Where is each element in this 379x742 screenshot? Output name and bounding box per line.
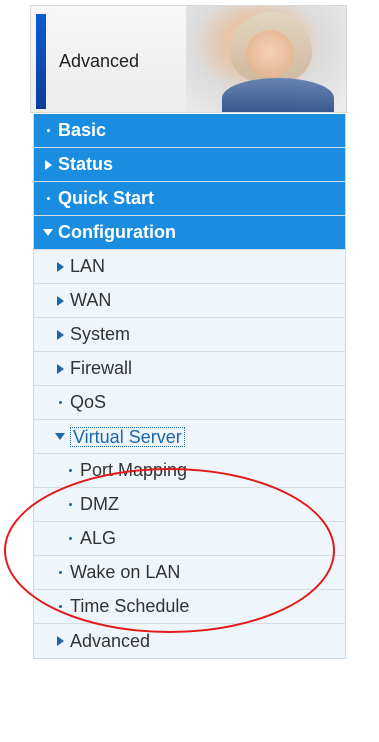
menu-item-dmz[interactable]: DMZ	[34, 488, 345, 522]
bullet-icon	[54, 601, 66, 613]
menu-label-wake-on-lan: Wake on LAN	[70, 562, 181, 582]
menu-label-firewall: Firewall	[70, 358, 133, 378]
bullet-icon	[64, 465, 76, 477]
page: Advanced Basic Status Quick Start Config…	[0, 0, 379, 742]
menu-item-system[interactable]: System	[34, 318, 345, 352]
bullet-icon	[42, 193, 54, 205]
triangle-right-icon	[54, 295, 66, 307]
menu-item-port-mapping[interactable]: Port Mapping	[34, 454, 345, 488]
menu-item-configuration[interactable]: Configuration	[34, 216, 345, 250]
menu-item-alg[interactable]: ALG	[34, 522, 345, 556]
bullet-icon	[64, 499, 76, 511]
menu-item-basic[interactable]: Basic	[34, 114, 345, 148]
menu-label-port-mapping: Port Mapping	[80, 460, 188, 480]
photo-shoulder-shape	[222, 78, 334, 112]
menu-label-configuration: Configuration	[58, 222, 176, 242]
triangle-right-icon	[42, 159, 54, 171]
menu-item-advanced[interactable]: Advanced	[34, 624, 345, 658]
menu-item-firewall[interactable]: Firewall	[34, 352, 345, 386]
triangle-down-icon	[54, 431, 66, 443]
menu-label-alg: ALG	[80, 528, 117, 548]
menu-label-qos: QoS	[70, 392, 107, 412]
menu-label-time-schedule: Time Schedule	[70, 596, 190, 616]
menu-label-quick-start: Quick Start	[58, 188, 155, 208]
menu-item-qos[interactable]: QoS	[34, 386, 345, 420]
menu-item-time-schedule[interactable]: Time Schedule	[34, 590, 345, 624]
bullet-icon	[64, 533, 76, 545]
bullet-icon	[54, 567, 66, 579]
triangle-right-icon	[54, 261, 66, 273]
menu-label-dmz: DMZ	[80, 494, 119, 514]
menu-label-lan: LAN	[70, 256, 106, 276]
photo-face-shape	[246, 30, 294, 78]
banner-accent	[36, 14, 46, 109]
menu-item-wake-on-lan[interactable]: Wake on LAN	[34, 556, 345, 590]
navigation-menu: Basic Status Quick Start Configuration L…	[33, 114, 346, 659]
menu-label-wan: WAN	[70, 290, 112, 310]
triangle-down-icon	[42, 227, 54, 239]
triangle-right-icon	[54, 329, 66, 341]
banner-photo	[186, 6, 346, 112]
menu-item-status[interactable]: Status	[34, 148, 345, 182]
bullet-icon	[54, 397, 66, 409]
menu-label-advanced: Advanced	[70, 630, 151, 651]
menu-item-wan[interactable]: WAN	[34, 284, 345, 318]
header-banner: Advanced	[30, 5, 347, 113]
triangle-right-icon	[54, 363, 66, 375]
menu-item-lan[interactable]: LAN	[34, 250, 345, 284]
bullet-icon	[42, 125, 54, 137]
banner-title: Advanced	[59, 51, 140, 71]
menu-label-system: System	[70, 324, 131, 344]
menu-label-basic: Basic	[58, 120, 107, 140]
menu-label-status: Status	[58, 154, 114, 174]
menu-item-virtual-server[interactable]: Virtual Server	[34, 420, 345, 454]
triangle-right-icon	[54, 635, 66, 647]
menu-label-virtual-server: Virtual Server	[70, 426, 185, 447]
menu-item-quick-start[interactable]: Quick Start	[34, 182, 345, 216]
